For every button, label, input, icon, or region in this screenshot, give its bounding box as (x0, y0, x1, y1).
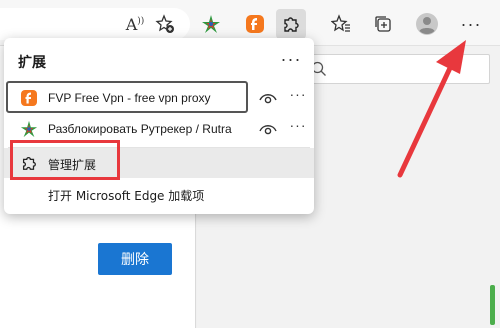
eye-icon[interactable] (258, 88, 278, 108)
read-aloud-icon: A)) (125, 14, 145, 34)
star-add-icon (155, 14, 174, 33)
arrow-annotation (397, 40, 466, 178)
rutracker-extension-button[interactable] (196, 9, 226, 39)
fvp-icon (21, 90, 37, 106)
extension-item-fvp[interactable]: FVP Free Vpn - free vpn proxy ··· (8, 83, 310, 113)
rutracker-icon (20, 120, 38, 138)
extension-more-button[interactable]: ··· (288, 86, 308, 108)
extension-more-button[interactable]: ··· (288, 117, 308, 139)
avatar-icon (416, 13, 438, 35)
panel-more-button[interactable]: ··· (276, 46, 306, 72)
fvp-icon (246, 15, 264, 33)
settings-more-button[interactable]: ··· (456, 9, 486, 39)
collections-icon (375, 16, 391, 32)
favorites-icon (331, 14, 350, 32)
rutracker-icon (202, 15, 220, 33)
delete-button[interactable]: 删除 (98, 243, 172, 275)
extension-name: Разблокировать Рутрекер / Rutra (48, 122, 232, 136)
extensions-panel: 扩展 ··· FVP Free Vpn - free vpn proxy ···… (4, 38, 314, 214)
open-addons-label: 打开 Microsoft Edge 加载项 (48, 189, 205, 203)
add-favorite-button[interactable] (150, 9, 180, 39)
profile-button[interactable] (412, 9, 442, 39)
read-aloud-button[interactable]: A)) (120, 9, 150, 39)
extension-name: FVP Free Vpn - free vpn proxy (48, 91, 211, 105)
extensions-button[interactable] (276, 9, 306, 39)
scrollbar-thumb[interactable] (490, 285, 495, 325)
favorites-button[interactable] (326, 9, 356, 39)
eye-icon[interactable] (258, 119, 278, 139)
highlight-box (10, 140, 120, 180)
fvp-extension-button[interactable] (240, 9, 270, 39)
collections-button[interactable] (368, 9, 398, 39)
puzzle-icon (284, 17, 299, 32)
open-addons-item[interactable]: 打开 Microsoft Edge 加载项 (4, 180, 314, 208)
panel-title: 扩展 (18, 54, 46, 70)
